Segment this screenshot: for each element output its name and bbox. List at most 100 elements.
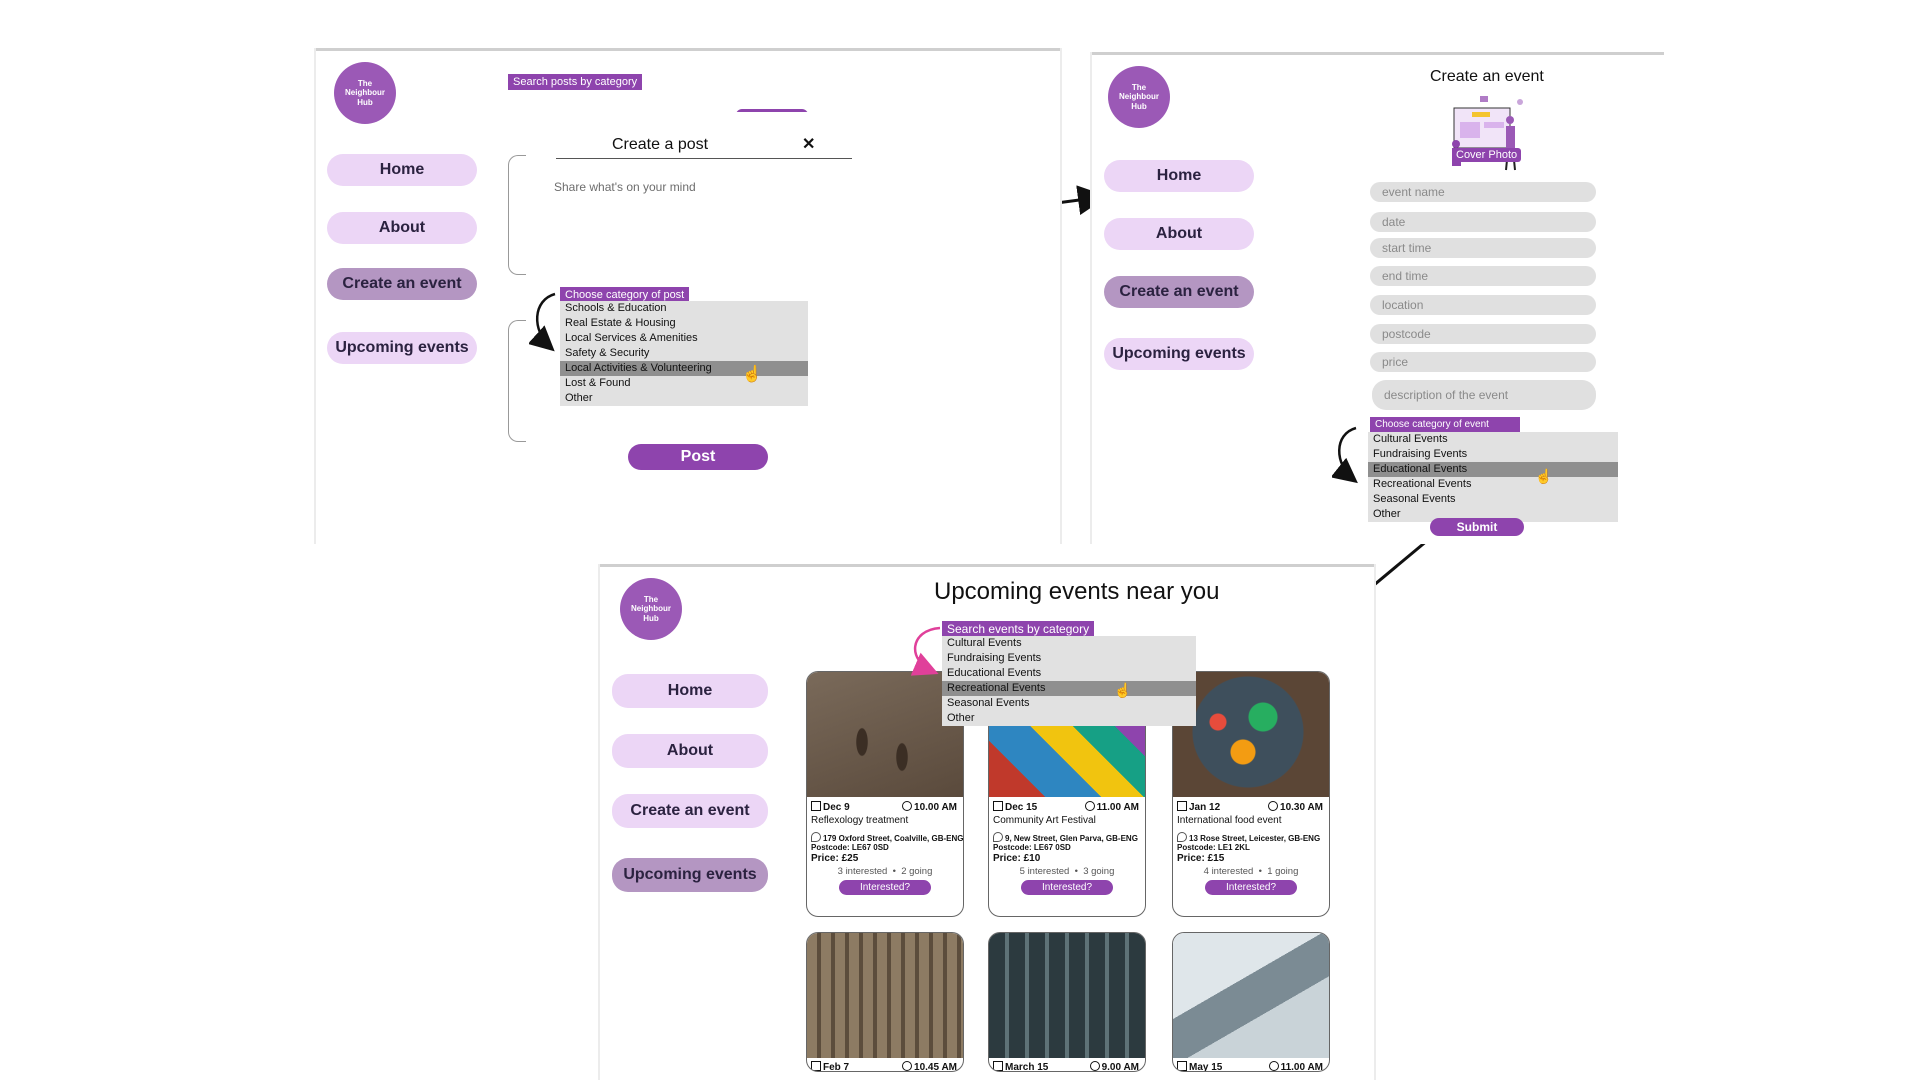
search-events-category[interactable]: Search events by category (942, 621, 1095, 637)
form-title: Create an event (1430, 68, 1544, 85)
dropdown-option[interactable]: Real Estate & Housing (560, 316, 808, 331)
dropdown-option[interactable]: Schools & Education (560, 301, 808, 316)
dropdown-option[interactable]: Other (942, 711, 1196, 726)
event-stats: 5 interested • 3 going (1019, 866, 1115, 877)
event-time: 9.00 AM (1089, 1061, 1139, 1071)
end-time-input[interactable]: end time (1370, 266, 1596, 286)
panel-create-post: The Neighbour Hub Home About Create an e… (314, 48, 1062, 544)
event-image-footprints (807, 672, 963, 797)
event-price: Price: £10 (993, 853, 1041, 864)
dropdown-option[interactable]: Cultural Events (942, 636, 1196, 651)
event-name-input[interactable]: event name (1370, 182, 1596, 202)
storyboard-canvas: The Neighbour Hub Home About Create an e… (0, 0, 1920, 1080)
event-card[interactable]: March 15 9.00 AM (988, 932, 1146, 1072)
event-date: Dec 15 (993, 801, 1037, 813)
event-card[interactable]: May 15 11.00 AM (1172, 932, 1330, 1072)
nav-upcoming-events[interactable]: Upcoming events (612, 858, 768, 892)
event-postcode: Postcode: LE67 0SD (811, 843, 889, 852)
event-image-colosseum (807, 933, 963, 1058)
dropdown-option[interactable]: Seasonal Events (942, 696, 1196, 711)
interested-button[interactable]: Interested? (839, 880, 931, 895)
event-title: Community Art Festival (993, 815, 1096, 826)
event-price: Price: £25 (811, 853, 859, 864)
dropdown-option[interactable]: Cultural Events (1368, 432, 1618, 447)
start-time-input[interactable]: start time (1370, 238, 1596, 258)
date-input[interactable]: date (1370, 212, 1596, 232)
event-title: Reflexology treatment (811, 815, 909, 826)
cursor-icon: ☝ (1114, 682, 1132, 698)
interested-button[interactable]: Interested? (1205, 880, 1297, 895)
nav-about[interactable]: About (612, 734, 768, 768)
dropdown-option[interactable]: Local Activities & Volunteering (560, 361, 808, 376)
nav-about[interactable]: About (327, 212, 477, 244)
dropdown-arrow (910, 626, 941, 676)
nav-home[interactable]: Home (612, 674, 768, 708)
event-time: 11.00 AM (1084, 801, 1139, 813)
event-date: Jan 12 (1177, 801, 1220, 813)
modal-divider (556, 158, 852, 159)
modal-title: Create a post (612, 136, 709, 153)
dropdown-option[interactable]: Local Services & Amenities (560, 331, 808, 346)
dropdown-arrow (529, 292, 556, 352)
event-image-laptop (1173, 933, 1329, 1058)
price-input[interactable]: price (1370, 352, 1596, 372)
dropdown-option[interactable]: Other (560, 391, 808, 406)
nav-create-event[interactable]: Create an event (612, 794, 768, 828)
page-title: Upcoming events near you (934, 578, 1220, 605)
event-time: 11.00 AM (1268, 1061, 1323, 1071)
postcode-input[interactable]: postcode (1370, 324, 1596, 344)
interested-button[interactable]: Interested? (1021, 880, 1113, 895)
nav-home[interactable]: Home (1104, 160, 1254, 192)
event-category-label[interactable]: Choose category of event (1370, 417, 1520, 433)
dropdown-option[interactable]: Fundraising Events (942, 651, 1196, 666)
event-date: May 15 (1177, 1061, 1222, 1071)
close-icon[interactable]: ✕ (802, 134, 815, 154)
dropdown-option[interactable]: Lost & Found (560, 376, 808, 391)
post-button[interactable]: Post (628, 444, 768, 470)
dropdown-option[interactable]: Safety & Security (560, 346, 808, 361)
event-category-dropdown[interactable]: Cultural Events Fundraising Events Educati… (1368, 432, 1618, 522)
event-title: International food event (1177, 815, 1282, 826)
dropdown-option[interactable]: Fundraising Events (1368, 447, 1618, 462)
cover-photo-upload[interactable]: Cover Photo (1440, 94, 1530, 172)
dropdown-option[interactable]: Seasonal Events (1368, 492, 1618, 507)
nav-create-event[interactable]: Create an event (1104, 276, 1254, 308)
feed-card (508, 320, 528, 442)
event-card[interactable]: Dec 9 10.00 AM Reflexology treatment 179 … (806, 671, 964, 917)
create-post-modal: Create a post ✕ Share what's on your min… (526, 112, 866, 472)
dropdown-option[interactable]: Recreational Events (1368, 477, 1618, 492)
logo[interactable]: The Neighbour Hub (334, 62, 396, 124)
dropdown-option[interactable]: Educational Events (1368, 462, 1618, 477)
description-input[interactable]: description of the event (1372, 380, 1596, 410)
event-category-dropdown[interactable]: Cultural Events Fundraising Events Educati… (942, 636, 1196, 726)
event-date: Dec 9 (811, 801, 850, 813)
logo[interactable]: The Neighbour Hub (1108, 66, 1170, 128)
post-textarea[interactable]: Share what's on your mind (554, 180, 696, 194)
dropdown-arrow (1332, 426, 1358, 484)
event-stats: 3 interested • 2 going (837, 866, 933, 877)
event-time: 10.00 AM (902, 801, 957, 813)
dropdown-option[interactable]: Educational Events (942, 666, 1196, 681)
event-address: 179 Oxford Street, Coalville, GB-ENG (807, 826, 963, 843)
event-date: March 15 (993, 1061, 1048, 1071)
nav-upcoming-events[interactable]: Upcoming events (1104, 338, 1254, 370)
event-stats: 4 interested • 1 going (1203, 866, 1299, 877)
panel-create-event: The Neighbour Hub Home About Create an e… (1090, 52, 1664, 544)
nav-home[interactable]: Home (327, 154, 477, 186)
location-input[interactable]: location (1370, 295, 1596, 315)
event-time: 10.30 AM (1268, 801, 1323, 813)
event-postcode: Postcode: LE1 2KL (1177, 843, 1250, 852)
nav-about[interactable]: About (1104, 218, 1254, 250)
feed-card (508, 155, 528, 275)
nav-create-event[interactable]: Create an event (327, 268, 477, 300)
dropdown-option[interactable]: Recreational Events (942, 681, 1196, 696)
submit-button[interactable]: Submit (1430, 518, 1524, 536)
post-category-dropdown[interactable]: Schools & Education Real Estate & Housing… (560, 301, 808, 406)
event-address: 9, New Street, Glen Parva, GB-ENG (989, 826, 1145, 843)
nav-upcoming-events[interactable]: Upcoming events (327, 332, 477, 364)
logo[interactable]: The Neighbour Hub (620, 578, 682, 640)
search-posts-category[interactable]: Search posts by category (508, 74, 643, 90)
event-card[interactable]: Feb 7 10.45 AM (806, 932, 964, 1072)
event-price: Price: £15 (1177, 853, 1225, 864)
panel-upcoming-events: The Neighbour Hub Home About Create an e… (598, 564, 1376, 1080)
